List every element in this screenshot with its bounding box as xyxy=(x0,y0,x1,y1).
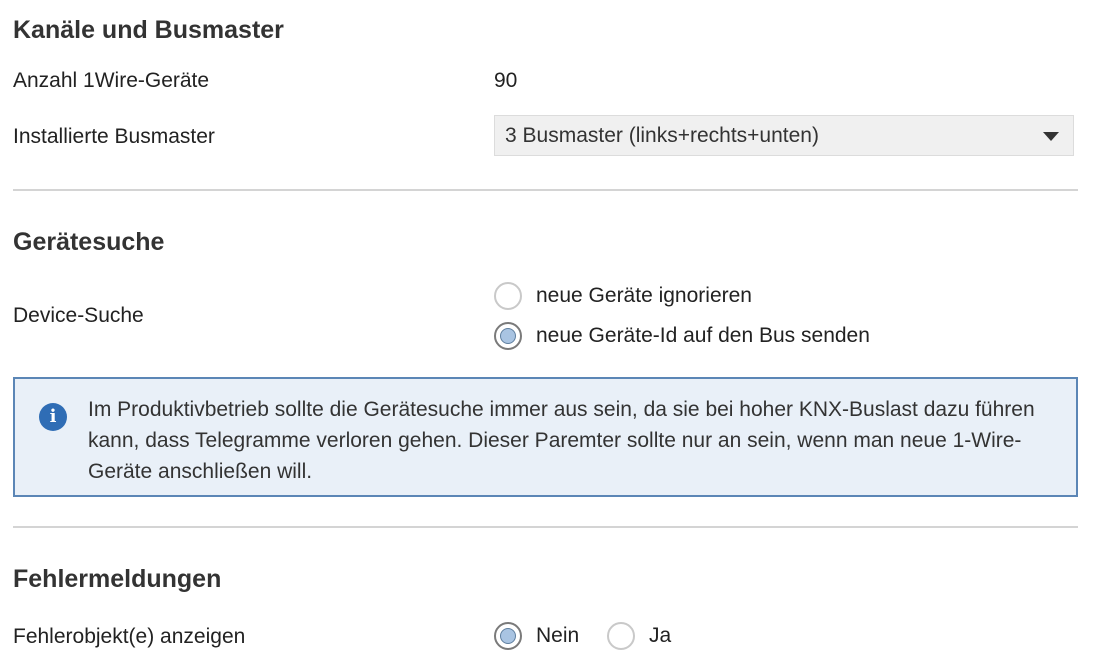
radio-label-ignore: neue Geräte ignorieren xyxy=(536,284,752,307)
section-title-channels: Kanäle und Busmaster xyxy=(13,16,284,44)
radio-button-checked[interactable] xyxy=(494,322,522,350)
radio-option-ignore[interactable]: neue Geräte ignorieren xyxy=(494,282,752,310)
device-search-label: Device-Suche xyxy=(13,304,144,327)
radio-option-nein[interactable]: Nein xyxy=(494,622,579,650)
error-objects-label: Fehlerobjekt(e) anzeigen xyxy=(13,625,246,648)
divider xyxy=(13,526,1078,528)
device-count-value: 90 xyxy=(494,69,518,92)
radio-option-ja[interactable]: Ja xyxy=(607,622,671,650)
radio-label-ja: Ja xyxy=(649,624,672,647)
radio-label-send-id: neue Geräte-Id auf den Bus senden xyxy=(536,324,870,347)
section-title-errors: Fehlermeldungen xyxy=(13,565,222,593)
device-count-label: Anzahl 1Wire-Geräte xyxy=(13,69,210,92)
info-message: Im Produktivbetrieb sollte die Gerätesuc… xyxy=(88,398,1035,483)
radio-option-send-id[interactable]: neue Geräte-Id auf den Bus senden xyxy=(494,322,870,350)
radio-button[interactable] xyxy=(494,282,522,310)
info-icon: i xyxy=(39,403,67,431)
radio-button-checked[interactable] xyxy=(494,622,522,650)
busmaster-selected-value: 3 Busmaster (links+rechts+unten) xyxy=(505,123,819,147)
info-box: i Im Produktivbetrieb sollte die Gerätes… xyxy=(13,377,1078,497)
busmaster-label: Installierte Busmaster xyxy=(13,125,215,148)
chevron-down-icon xyxy=(1043,132,1059,141)
radio-label-nein: Nein xyxy=(536,624,580,647)
radio-button[interactable] xyxy=(607,622,635,650)
divider xyxy=(13,189,1078,191)
busmaster-select[interactable]: 3 Busmaster (links+rechts+unten) xyxy=(494,115,1074,156)
section-title-search: Gerätesuche xyxy=(13,228,165,256)
